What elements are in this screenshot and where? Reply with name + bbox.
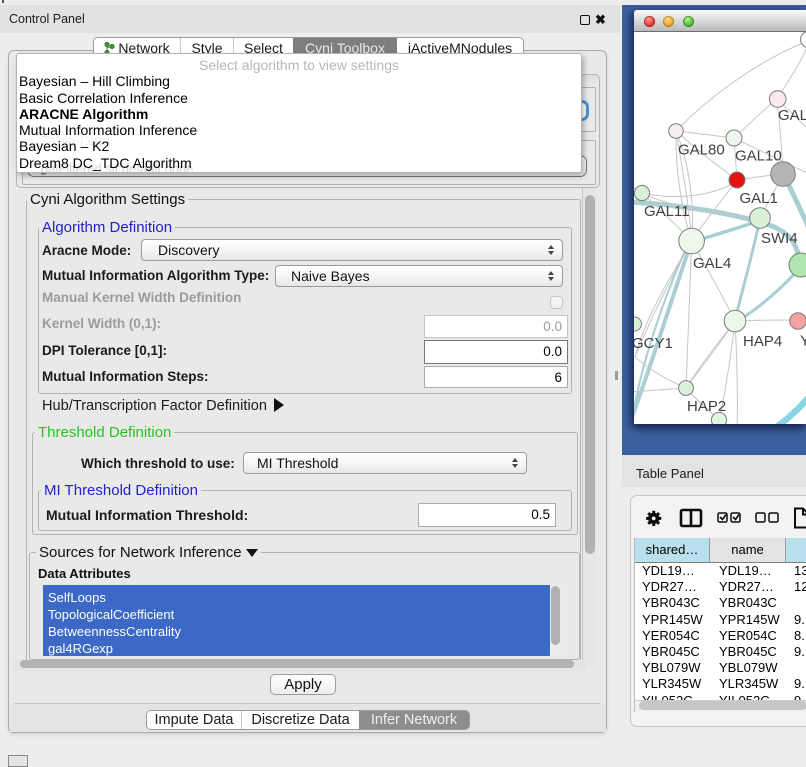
svg-text:GAL4: GAL4 — [693, 255, 731, 272]
svg-text:HAP2: HAP2 — [687, 398, 726, 415]
svg-text:SWI4: SWI4 — [761, 230, 798, 247]
svg-text:Y: Y — [800, 333, 806, 350]
svg-text:GAL10: GAL10 — [735, 148, 782, 165]
svg-text:GCY1: GCY1 — [634, 335, 673, 352]
svg-text:GAL11: GAL11 — [644, 203, 690, 220]
svg-text:GAL80: GAL80 — [678, 142, 725, 159]
svg-text:HAP4: HAP4 — [743, 333, 782, 350]
svg-text:GAL1: GAL1 — [740, 190, 778, 207]
svg-text:GAL: GAL — [778, 107, 806, 124]
